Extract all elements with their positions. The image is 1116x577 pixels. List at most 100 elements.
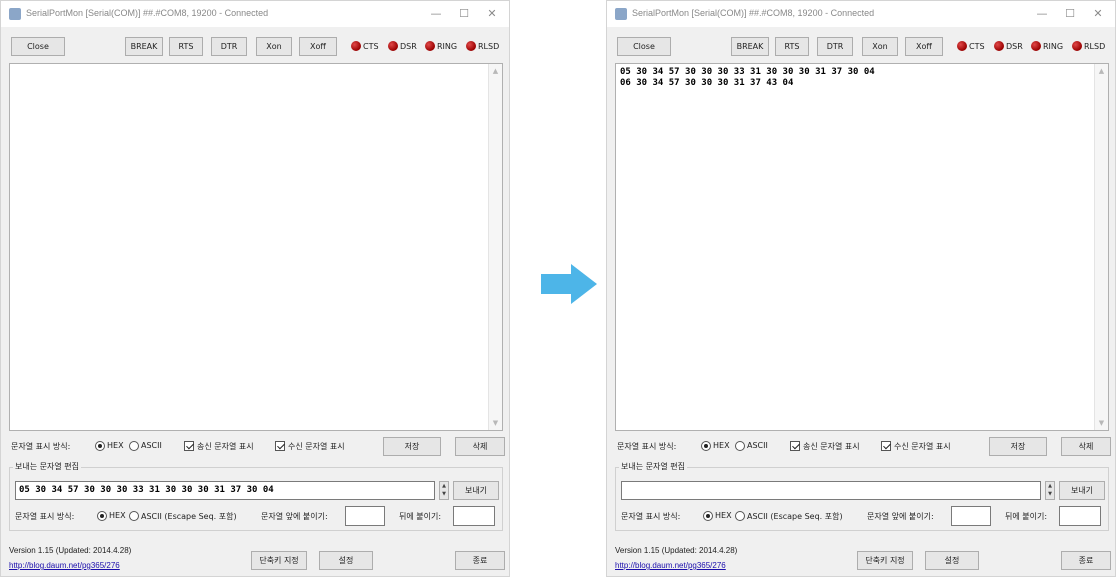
rlsd-led-icon [1072, 41, 1082, 51]
dtr-button[interactable]: DTR [211, 37, 247, 56]
spin-down-icon[interactable]: ▼ [440, 490, 448, 498]
send-mode-label: 문자열 표시 방식: [15, 512, 75, 521]
serialportmon-window-after: SerialPortMon [Serial(COM)] ##.#COM8, 19… [606, 0, 1116, 577]
blog-link[interactable]: http://blog.daum.net/pg365/276 [9, 561, 120, 570]
send-history-spinner[interactable]: ▲ ▼ [439, 481, 449, 500]
xoff-button[interactable]: Xoff [905, 37, 943, 56]
send-button[interactable]: 보내기 [1059, 481, 1105, 500]
ascii-display-radio[interactable] [735, 441, 745, 451]
send-ascii-radio[interactable] [735, 511, 745, 521]
title-bar: SerialPortMon [Serial(COM)] ##.#COM8, 19… [1, 1, 509, 27]
shortcut-button[interactable]: 단축키 지정 [251, 551, 307, 570]
send-hex-radio[interactable] [97, 511, 107, 521]
show-sent-label: 송신 문자열 표시 [803, 442, 860, 451]
dsr-led-icon [388, 41, 398, 51]
send-string-input[interactable] [621, 481, 1041, 500]
send-history-spinner[interactable]: ▲ ▼ [1045, 481, 1055, 500]
settings-button[interactable]: 설정 [319, 551, 373, 570]
break-button[interactable]: BREAK [731, 37, 769, 56]
cts-led-icon [351, 41, 361, 51]
rlsd-indicator: RLSD [466, 41, 499, 51]
close-window-button[interactable]: ✕ [481, 5, 503, 23]
suffix-input[interactable] [453, 506, 495, 526]
ascii-display-radio[interactable] [129, 441, 139, 451]
terminal-scrollbar[interactable]: ▲ ▼ [488, 64, 502, 430]
scroll-down-icon[interactable]: ▼ [1095, 419, 1108, 427]
window-title: SerialPortMon [Serial(COM)] ##.#COM8, 19… [632, 8, 875, 18]
rlsd-led-icon [466, 41, 476, 51]
suffix-input[interactable] [1059, 506, 1101, 526]
ring-led-icon [1031, 41, 1041, 51]
send-ascii-label: ASCII (Escape Seq. 포함) [141, 512, 237, 521]
send-hex-radio[interactable] [703, 511, 713, 521]
dsr-indicator: DSR [994, 41, 1023, 51]
break-button[interactable]: BREAK [125, 37, 163, 56]
cts-led-icon [957, 41, 967, 51]
send-mode-label: 문자열 표시 방식: [621, 512, 681, 521]
prefix-label: 문자열 앞에 붙이기: [261, 512, 328, 521]
app-icon [615, 8, 627, 20]
rts-button[interactable]: RTS [775, 37, 809, 56]
cts-indicator: CTS [351, 41, 379, 51]
save-button[interactable]: 저장 [989, 437, 1047, 456]
display-mode-label: 문자열 표시 방식: [617, 442, 677, 451]
terminal-output[interactable]: 05 30 34 57 30 30 30 33 31 30 30 30 31 3… [615, 63, 1109, 431]
suffix-label: 뒤에 붙이기: [1005, 512, 1048, 521]
hex-label: HEX [713, 441, 730, 450]
send-ascii-label: ASCII (Escape Seq. 포함) [747, 512, 843, 521]
blog-link[interactable]: http://blog.daum.net/pg365/276 [615, 561, 726, 570]
hex-display-radio[interactable] [701, 441, 711, 451]
maximize-button[interactable]: ☐ [453, 5, 475, 23]
prefix-input[interactable] [345, 506, 385, 526]
delete-button[interactable]: 삭제 [455, 437, 505, 456]
send-string-input[interactable]: 05 30 34 57 30 30 30 33 31 30 30 30 31 3… [15, 481, 435, 500]
ring-indicator: RING [425, 41, 457, 51]
rts-button[interactable]: RTS [169, 37, 203, 56]
title-bar: SerialPortMon [Serial(COM)] ##.#COM8, 19… [607, 1, 1115, 27]
suffix-label: 뒤에 붙이기: [399, 512, 442, 521]
show-sent-checkbox[interactable] [184, 441, 194, 451]
prefix-label: 문자열 앞에 붙이기: [867, 512, 934, 521]
hex-label: HEX [107, 441, 124, 450]
hex-display-radio[interactable] [95, 441, 105, 451]
app-icon [9, 8, 21, 20]
terminal-output[interactable]: ▲ ▼ [9, 63, 503, 431]
exit-button[interactable]: 종료 [455, 551, 505, 570]
settings-button[interactable]: 설정 [925, 551, 979, 570]
close-port-button[interactable]: Close [11, 37, 65, 56]
send-hex-label: HEX [109, 511, 126, 520]
xoff-button[interactable]: Xoff [299, 37, 337, 56]
show-received-checkbox[interactable] [275, 441, 285, 451]
send-button[interactable]: 보내기 [453, 481, 499, 500]
xon-button[interactable]: Xon [256, 37, 292, 56]
maximize-button[interactable]: ☐ [1059, 5, 1081, 23]
minimize-button[interactable]: — [425, 5, 447, 23]
exit-button[interactable]: 종료 [1061, 551, 1111, 570]
spin-up-icon[interactable]: ▲ [1046, 482, 1054, 490]
scroll-up-icon[interactable]: ▲ [1095, 67, 1108, 75]
terminal-scrollbar[interactable]: ▲ ▼ [1094, 64, 1108, 430]
close-port-button[interactable]: Close [617, 37, 671, 56]
scroll-up-icon[interactable]: ▲ [489, 67, 502, 75]
minimize-button[interactable]: — [1031, 5, 1053, 23]
save-button[interactable]: 저장 [383, 437, 441, 456]
close-window-button[interactable]: ✕ [1087, 5, 1109, 23]
display-mode-label: 문자열 표시 방식: [11, 442, 71, 451]
delete-button[interactable]: 삭제 [1061, 437, 1111, 456]
version-text: Version 1.15 (Updated: 2014.4.28) [615, 546, 738, 555]
prefix-input[interactable] [951, 506, 991, 526]
show-sent-checkbox[interactable] [790, 441, 800, 451]
spin-up-icon[interactable]: ▲ [440, 482, 448, 490]
xon-button[interactable]: Xon [862, 37, 898, 56]
send-ascii-radio[interactable] [129, 511, 139, 521]
show-sent-label: 송신 문자열 표시 [197, 442, 254, 451]
shortcut-button[interactable]: 단축키 지정 [857, 551, 913, 570]
ring-led-icon [425, 41, 435, 51]
show-received-checkbox[interactable] [881, 441, 891, 451]
rlsd-indicator: RLSD [1072, 41, 1105, 51]
show-received-label: 수신 문자열 표시 [288, 442, 345, 451]
dtr-button[interactable]: DTR [817, 37, 853, 56]
window-title: SerialPortMon [Serial(COM)] ##.#COM8, 19… [26, 8, 269, 18]
scroll-down-icon[interactable]: ▼ [489, 419, 502, 427]
spin-down-icon[interactable]: ▼ [1046, 490, 1054, 498]
